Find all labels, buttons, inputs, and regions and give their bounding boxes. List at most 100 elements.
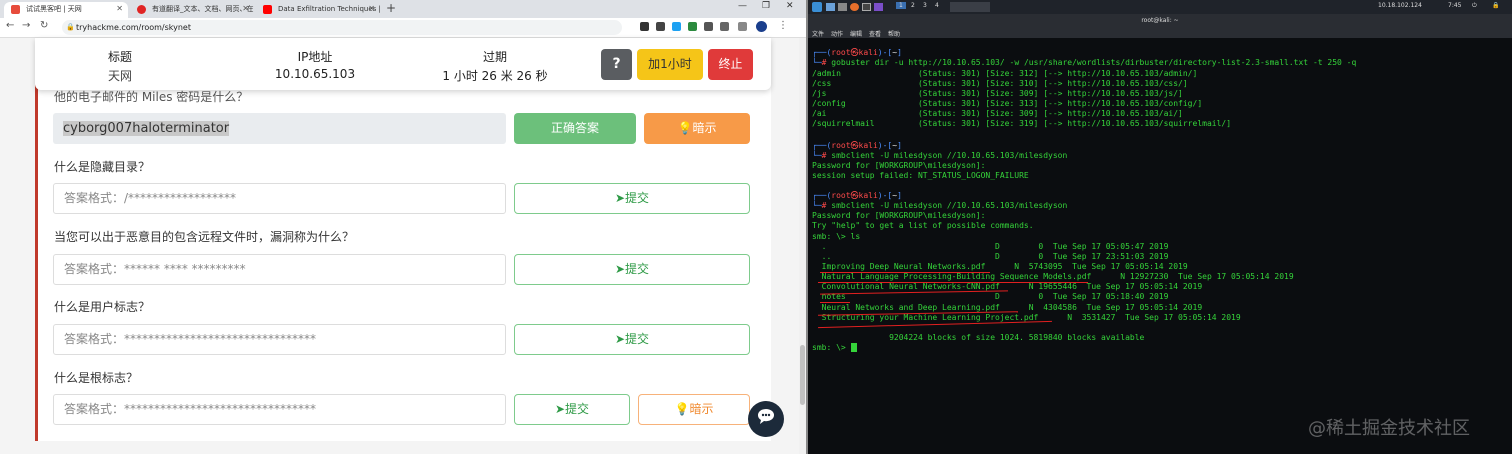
workspace-3[interactable]: 3	[923, 2, 927, 9]
smb-prompt: smb: \>	[812, 343, 857, 353]
ip-value: 10.10.65.103	[274, 67, 356, 81]
send-icon: ➤	[554, 402, 566, 416]
desktop-icon[interactable]	[826, 3, 835, 11]
send-icon: ➤	[614, 262, 626, 276]
gobuster-result: /admin (Status: 301) [Size: 312] [--> ht…	[812, 69, 1198, 78]
chat-bubble-icon	[757, 409, 775, 424]
menu-view[interactable]: 查看	[869, 29, 881, 38]
clock: 7:45	[1448, 2, 1462, 9]
blocks-summary: 9204224 blocks of size 1024. 5819840 blo…	[812, 333, 1145, 342]
extension-icon[interactable]	[672, 22, 681, 31]
back-icon[interactable]: ←	[6, 20, 14, 31]
terminate-button[interactable]: 终止	[708, 49, 753, 80]
room-info-bar: 标题 天网 IP地址 10.10.65.103 过期 1 小时 26 米 26 …	[35, 38, 771, 90]
file-entry: . D 0 Tue Sep 17 05:05:47 2019	[812, 242, 1169, 251]
power-icon[interactable]: ⏻	[1472, 2, 1477, 10]
send-icon: ➤	[614, 191, 626, 205]
terminal-title: root@kali: ~	[808, 14, 1512, 27]
browser-window: 试试黑客吧 | 天网 ✕ 有道翻译_文本、文档、网页、在... ✕ Data E…	[0, 0, 806, 454]
extension-icon[interactable]	[688, 22, 697, 31]
terminal-icon[interactable]	[862, 3, 871, 11]
chat-button[interactable]	[748, 401, 784, 437]
menu-edit[interactable]: 编辑	[850, 29, 862, 38]
menu-help[interactable]: 帮助	[888, 29, 900, 38]
gobuster-result: /js (Status: 301) [Size: 309] [--> http:…	[812, 89, 1183, 98]
scrollbar-thumb[interactable]	[800, 345, 805, 405]
question-text: 什么是用户标志？	[54, 300, 151, 314]
add-hour-button[interactable]: 加1小时	[637, 49, 703, 80]
watermark: @稀土掘金技术社区	[1308, 418, 1470, 439]
address-bar-row: ← → ↻ 🔒 tryhackme.com/room/skynet ⋮	[0, 18, 806, 38]
close-tab-icon[interactable]: ✕	[368, 2, 375, 16]
new-tab-button[interactable]: +	[386, 1, 396, 15]
avatar[interactable]	[756, 21, 767, 32]
workspace-2[interactable]: 2	[911, 2, 915, 9]
gobuster-result: /css (Status: 301) [Size: 310] [--> http…	[812, 79, 1188, 88]
extension-icon[interactable]	[656, 22, 665, 31]
menu-action[interactable]: 动作	[831, 29, 843, 38]
terminal-output[interactable]: ┌──(root㉿kali)-[~] └─# gobuster dir -u h…	[808, 38, 1512, 454]
output-line: session setup failed: NT_STATUS_LOGON_FA…	[812, 171, 1029, 180]
question-text: 什么是隐藏目录？	[54, 160, 151, 174]
forward-icon[interactable]: →	[22, 20, 30, 31]
annotation-underline	[820, 302, 850, 303]
kali-menu-icon[interactable]	[812, 2, 822, 12]
reload-icon[interactable]: ↻	[40, 20, 48, 31]
submit-button[interactable]: ➤提交	[514, 324, 750, 355]
hint-button[interactable]: 💡暗示	[638, 394, 750, 425]
command-line: └─# gobuster dir -u http://10.10.65.103/…	[812, 58, 1357, 67]
maximize-button[interactable]: ❐	[762, 1, 770, 11]
tab-tryhackme[interactable]: 试试黑客吧 | 天网 ✕	[4, 2, 128, 18]
correct-answer-button: 正确答案	[514, 113, 636, 144]
network-ip: 10.18.102.124	[1378, 2, 1422, 9]
expire-value: 1 小时 26 米 26 秒	[442, 69, 548, 83]
workspace-1[interactable]: 1	[896, 2, 906, 9]
lightbulb-icon: 💡	[677, 121, 693, 135]
tab-youdao[interactable]: 有道翻译_文本、文档、网页、在... ✕	[130, 2, 254, 18]
youdao-favicon-icon	[137, 5, 146, 14]
question-text: 他的电子邮件的 Miles 密码是什么？	[54, 90, 249, 104]
extension-icon[interactable]	[640, 22, 649, 31]
taskbar-terminal-entry[interactable]	[950, 2, 990, 12]
app-icon[interactable]	[874, 3, 883, 11]
lock-screen-icon[interactable]: 🔒	[1492, 2, 1499, 9]
lightbulb-icon: 💡	[674, 402, 690, 416]
command-line: └─# smbclient -U milesdyson //10.10.65.1…	[812, 201, 1068, 210]
answer-input[interactable]: 答案格式：/******************	[53, 183, 506, 214]
tab-data-exfiltration[interactable]: Data Exfiltration Techniques |... ✕	[256, 2, 380, 18]
answer-input[interactable]: 答案格式：********************************	[53, 394, 506, 425]
menu-file[interactable]: 文件	[812, 29, 824, 38]
url-input[interactable]: 🔒 tryhackme.com/room/skynet	[62, 20, 622, 35]
file-entry: .. D 0 Tue Sep 17 23:51:03 2019	[812, 252, 1169, 261]
extension-icon[interactable]	[704, 22, 713, 31]
output-line: Password for [WORKGROUP\milesdyson]:	[812, 211, 986, 220]
firefox-icon[interactable]	[850, 3, 859, 11]
annotation-underline	[818, 282, 1088, 283]
menu-icon[interactable]: ⋮	[778, 20, 788, 31]
close-tab-icon[interactable]: ✕	[242, 2, 249, 16]
gobuster-result: /ai (Status: 301) [Size: 309] [--> http:…	[812, 109, 1183, 118]
cursor	[850, 343, 857, 352]
puzzle-icon[interactable]	[720, 22, 729, 31]
question-text: 当您可以出于恶意目的包含远程文件时，漏洞称为什么？	[54, 230, 355, 244]
answer-input[interactable]: 答案格式：********************************	[53, 324, 506, 355]
close-tab-icon[interactable]: ✕	[116, 2, 123, 16]
tryhackme-favicon-icon	[11, 5, 20, 14]
title-header: 标题	[107, 50, 132, 64]
submit-button[interactable]: ➤提交	[514, 394, 630, 425]
hint-button[interactable]: 💡暗示	[644, 113, 750, 144]
help-button[interactable]: ?	[601, 49, 632, 80]
gobuster-result: /config (Status: 301) [Size: 313] [--> h…	[812, 99, 1203, 108]
minimize-button[interactable]: —	[738, 1, 747, 11]
close-window-button[interactable]: ✕	[786, 1, 794, 11]
workspace-4[interactable]: 4	[935, 2, 939, 9]
prompt-line: ┌──(root㉿kali)-[~]	[812, 191, 902, 200]
terminal-menubar: 文件 动作 编辑 查看 帮助	[808, 27, 1512, 38]
gobuster-result: /squirrelmail (Status: 301) [Size: 319] …	[812, 119, 1232, 128]
answer-input[interactable]: 答案格式：****** **** *********	[53, 254, 506, 285]
submit-button[interactable]: ➤提交	[514, 254, 750, 285]
sidebar-icon[interactable]	[738, 22, 747, 31]
annotation-underline	[820, 272, 990, 273]
submit-button[interactable]: ➤提交	[514, 183, 750, 214]
files-icon[interactable]	[838, 3, 847, 11]
